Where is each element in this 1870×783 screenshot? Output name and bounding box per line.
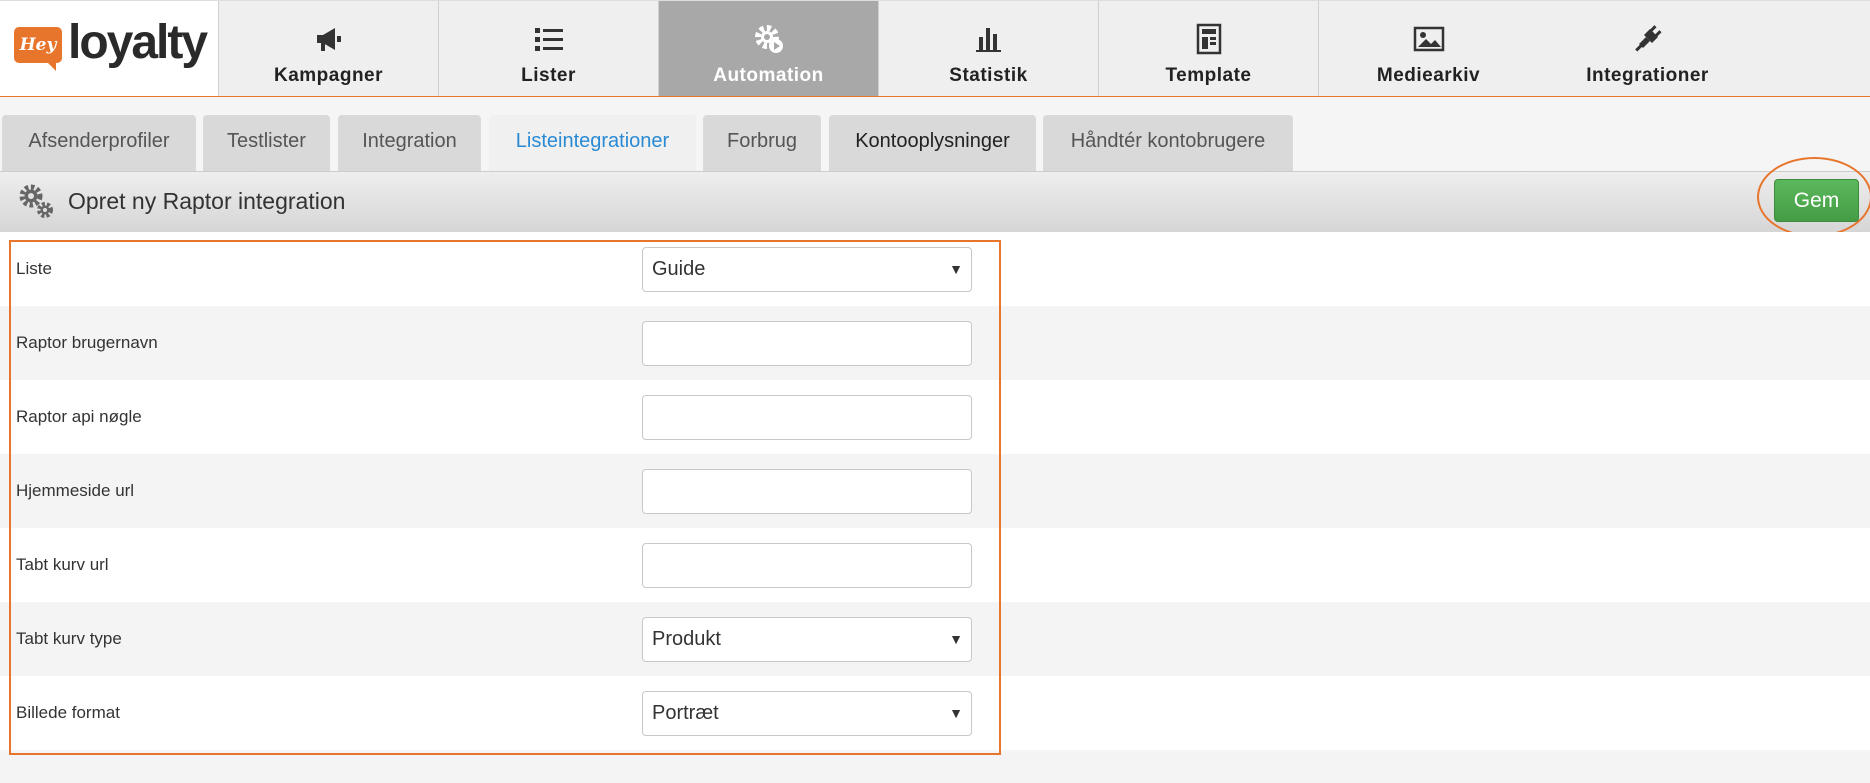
liste-select[interactable]: Guide ▼	[642, 247, 972, 292]
page-header: Opret ny Raptor integration	[0, 171, 1870, 232]
field-label: Raptor api nøgle	[16, 407, 142, 426]
field-label: Raptor brugernavn	[16, 333, 158, 352]
select-value: Produkt	[652, 628, 721, 650]
nav-label: Lister	[521, 65, 576, 86]
tab-integration[interactable]: Integration	[338, 115, 481, 171]
bar-chart-icon	[879, 23, 1098, 55]
nav-label: Statistik	[949, 65, 1028, 86]
tabt-kurv-type-select[interactable]: Produkt ▼	[642, 617, 972, 662]
dropdown-arrow-icon: ▼	[949, 631, 963, 647]
field-label: Hjemmeside url	[16, 481, 135, 500]
gears-icon	[17, 182, 57, 222]
nav-item-kampagner[interactable]: Kampagner	[219, 1, 439, 96]
dropdown-arrow-icon: ▼	[949, 261, 963, 277]
nav-label: Automation	[713, 65, 824, 86]
page-title: Opret ny Raptor integration	[68, 188, 346, 214]
select-value: Guide	[652, 258, 706, 280]
form-row-billede-format: Billede format Portræt ▼	[0, 676, 1870, 750]
tab-testlister[interactable]: Testlister	[203, 115, 330, 171]
field-label: Billede format	[16, 703, 120, 722]
logo-wordmark: loyalty	[68, 16, 208, 69]
field-label: Liste	[16, 259, 52, 278]
form-row-tabt-kurv-url: Tabt kurv url	[0, 528, 1870, 602]
logo-badge: Hey	[14, 27, 62, 71]
top-navigation: Hey loyalty Kampagner Lister Automation …	[0, 0, 1870, 97]
form-row-raptor-brugernavn: Raptor brugernavn	[0, 306, 1870, 380]
tab-kontooplysninger[interactable]: Kontooplysninger	[829, 115, 1036, 171]
nav-filler	[1757, 1, 1870, 96]
raptor-brugernavn-input[interactable]	[642, 321, 972, 366]
hjemmeside-url-input[interactable]	[642, 469, 972, 514]
list-icon	[439, 23, 658, 55]
nav-label: Mediearkiv	[1376, 65, 1481, 86]
nav-label: Kampagner	[273, 65, 384, 86]
plug-icon	[1538, 23, 1757, 55]
template-icon	[1099, 23, 1318, 55]
logo[interactable]: Hey loyalty	[0, 1, 219, 96]
tab-haandter-kontobrugere[interactable]: Håndtér kontobrugere	[1043, 115, 1293, 171]
raptor-api-noegle-input[interactable]	[642, 395, 972, 440]
form-row-tabt-kurv-type: Tabt kurv type Produkt ▼	[0, 602, 1870, 676]
form-row-raptor-api-noegle: Raptor api nøgle	[0, 380, 1870, 454]
nav-item-statistik[interactable]: Statistik	[879, 1, 1099, 96]
nav-item-automation[interactable]: Automation	[659, 1, 879, 96]
nav-item-integrationer[interactable]: Integrationer	[1538, 1, 1758, 96]
form-row-liste: Liste Guide ▼	[0, 232, 1870, 306]
tab-forbrug[interactable]: Forbrug	[703, 115, 821, 171]
tabt-kurv-url-input[interactable]	[642, 543, 972, 588]
gear-play-icon	[659, 23, 878, 55]
billede-format-select[interactable]: Portræt ▼	[642, 691, 972, 736]
megaphone-icon	[219, 23, 438, 55]
tab-afsenderprofiler[interactable]: Afsenderprofiler	[2, 115, 196, 171]
image-icon	[1319, 23, 1538, 55]
field-label: Tabt kurv url	[16, 555, 109, 574]
form-row-hjemmeside-url: Hjemmeside url	[0, 454, 1870, 528]
field-label: Tabt kurv type	[16, 629, 122, 648]
nav-item-lister[interactable]: Lister	[439, 1, 659, 96]
nav-item-template[interactable]: Template	[1099, 1, 1319, 96]
page-bottom	[0, 753, 1870, 783]
tab-listeintegrationer[interactable]: Listeintegrationer	[489, 115, 696, 171]
nav-item-mediearkiv[interactable]: Mediearkiv	[1319, 1, 1539, 96]
dropdown-arrow-icon: ▼	[949, 705, 963, 721]
save-button[interactable]: Gem	[1774, 179, 1859, 222]
select-value: Portræt	[652, 702, 719, 724]
nav-label: Integrationer	[1586, 65, 1709, 86]
nav-label: Template	[1165, 65, 1252, 86]
